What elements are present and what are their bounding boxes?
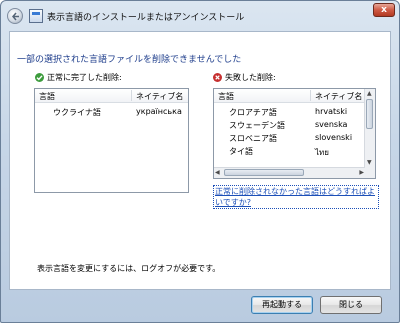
success-label-text: 正常に完了した削除: (47, 73, 122, 82)
success-list-header: 言語 ネイティブ名 (35, 89, 188, 103)
language-name: クロアチア語 (229, 108, 277, 117)
vertical-scrollbar[interactable]: ▲ ▼ (364, 89, 375, 168)
list-item[interactable]: クロアチア語 hrvatski (214, 105, 375, 118)
page-heading: 一部の選択された言語ファイルを削除できませんでした (17, 55, 242, 65)
language-name: スロベニア語 (229, 134, 277, 143)
list-item[interactable]: スロベニア語 slovenski (214, 131, 375, 144)
native-name: svenska (315, 120, 348, 129)
help-link[interactable]: 正常に削除されなかった言語はどうすればよいですか? (213, 185, 379, 209)
column-header-native[interactable]: ネイティブ名 (136, 91, 183, 102)
window-title: 表示言語のインストールまたはアンインストール (47, 13, 245, 23)
restart-button[interactable]: 再起動する (251, 296, 313, 314)
horizontal-scroll-thumb[interactable] (224, 169, 304, 176)
native-name: hrvatski (315, 107, 348, 116)
scroll-up-icon[interactable]: ▲ (367, 90, 372, 98)
failed-list[interactable]: 言語 ネイティブ名 クロアチア語 hrvatski スウェーデン語 svensk… (213, 88, 376, 179)
success-list[interactable]: 言語 ネイティブ名 ウクライナ語 українська (34, 88, 189, 193)
language-app-icon (29, 9, 43, 23)
back-arrow-icon (12, 12, 19, 21)
horizontal-scrollbar[interactable]: ◀ ▶ (214, 167, 365, 178)
scroll-left-icon[interactable]: ◀ (215, 169, 220, 177)
column-header-native[interactable]: ネイティブ名 (315, 91, 362, 102)
close-window-button[interactable]: x (373, 3, 395, 17)
logoff-note: 表示言語を変更にするには、ログオフが必要です。 (37, 264, 221, 273)
column-header-language[interactable]: 言語 (39, 91, 55, 102)
scroll-down-icon[interactable]: ▼ (367, 159, 372, 167)
language-name: ウクライナ語 (53, 108, 101, 117)
list-item[interactable]: タイ語 ไทย (214, 144, 375, 157)
language-name: タイ語 (229, 147, 253, 156)
native-name: slovenski (315, 133, 353, 142)
native-name: українська (136, 107, 182, 116)
failed-list-header: 言語 ネイティブ名 (214, 89, 375, 103)
language-name: スウェーデン語 (229, 121, 285, 130)
scroll-right-icon[interactable]: ▶ (359, 169, 364, 177)
vertical-scroll-thumb[interactable] (366, 99, 373, 129)
list-item[interactable]: スウェーデン語 svenska (214, 118, 375, 131)
failed-label-text: 失敗した削除: (225, 73, 276, 82)
error-x-icon (213, 73, 222, 82)
native-name: ไทย (315, 148, 329, 157)
back-button[interactable] (7, 8, 23, 24)
failed-section-label: 失敗した削除: (213, 72, 276, 83)
scrollbar-corner (365, 168, 375, 178)
title-bar: 表示言語のインストールまたはアンインストール x (1, 1, 399, 31)
list-item[interactable]: ウクライナ語 українська (35, 105, 188, 118)
close-button[interactable]: 閉じる (320, 296, 382, 314)
column-header-language[interactable]: 言語 (218, 91, 234, 102)
success-section-label: 正常に完了した削除: (35, 72, 122, 83)
check-icon (35, 73, 44, 82)
